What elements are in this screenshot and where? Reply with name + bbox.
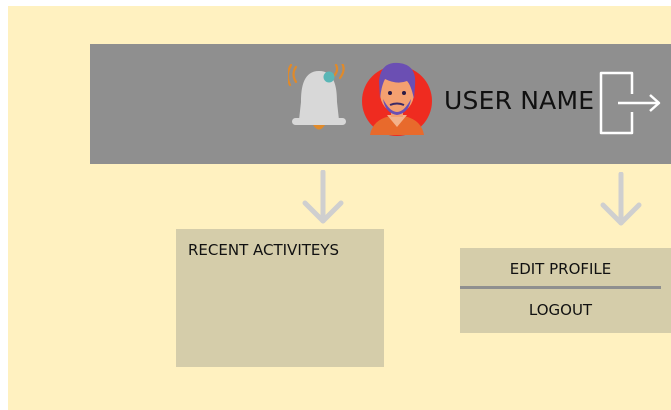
recent-activities-panel: RECENT ACTIVITEYS (176, 229, 384, 367)
bell-icon[interactable] (288, 64, 350, 134)
user-name: USER NAME (444, 86, 595, 115)
profile-dropdown-menu: EDIT PROFILE LOGOUT (460, 248, 671, 333)
recent-activities-title: RECENT ACTIVITEYS (188, 241, 340, 259)
logout-icon[interactable] (598, 70, 662, 136)
edit-profile-menu-item[interactable]: EDIT PROFILE (460, 260, 661, 278)
down-arrow-to-menu (600, 172, 642, 226)
user-avatar[interactable] (359, 55, 435, 139)
down-arrow-to-recent (302, 170, 344, 224)
logout-menu-item[interactable]: LOGOUT (460, 301, 661, 319)
menu-divider (460, 286, 661, 289)
